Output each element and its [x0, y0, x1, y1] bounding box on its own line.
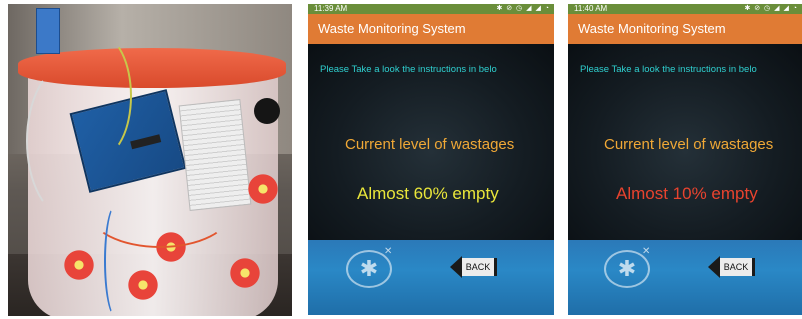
wire: [68, 34, 132, 158]
level-label: Current level of wastages: [604, 136, 774, 153]
bluetooth-module: [36, 8, 60, 54]
level-value: Almost 60% empty: [357, 184, 499, 203]
back-button[interactable]: BACK: [450, 256, 498, 278]
status-icons: ✱ ⊘ ◷ ◢ ◢ ◔: [744, 5, 798, 12]
level-panel: Please Take a look the instructions in b…: [308, 44, 554, 240]
level-value: Almost 10% empty: [616, 184, 758, 203]
prototype-photo: [8, 4, 292, 316]
back-arrow-icon: [708, 256, 720, 278]
back-button[interactable]: BACK: [708, 256, 756, 278]
flower-decoration: [126, 268, 160, 302]
status-time: 11:40 AM: [574, 4, 608, 13]
app-title: Waste Monitoring System: [568, 14, 802, 44]
back-button-label: BACK: [462, 258, 497, 276]
status-time: 11:39 AM: [314, 4, 348, 13]
instructions-text: Please Take a look the instructions in b…: [580, 64, 757, 75]
back-arrow-icon: [450, 256, 462, 278]
flower-decoration: [228, 256, 262, 290]
phone-screen-1: 11:39 AM ✱ ⊘ ◷ ◢ ◢ ◔ Waste Monitoring Sy…: [308, 4, 554, 315]
disconnected-x-icon: ✕: [384, 246, 393, 257]
buzzer: [254, 98, 280, 124]
flower-decoration: [246, 172, 280, 206]
bottom-bar: ✱ ✕ BACK: [308, 240, 554, 315]
status-bar: 11:39 AM ✱ ⊘ ◷ ◢ ◢ ◔: [308, 4, 554, 14]
app-title: Waste Monitoring System: [308, 14, 554, 44]
status-icons: ✱ ⊘ ◷ ◢ ◢ ◔: [496, 5, 550, 12]
instructions-text: Please Take a look the instructions in b…: [320, 64, 497, 75]
disconnected-x-icon: ✕: [642, 246, 651, 257]
status-bar: 11:40 AM ✱ ⊘ ◷ ◢ ◢ ◔: [568, 4, 802, 14]
bluetooth-icon: ✱: [617, 256, 637, 281]
bluetooth-icon: ✱: [359, 256, 379, 281]
level-panel: Please Take a look the instructions in b…: [568, 44, 802, 240]
phone-screen-2: 11:40 AM ✱ ⊘ ◷ ◢ ◢ ◔ Waste Monitoring Sy…: [568, 4, 802, 315]
flower-decoration: [62, 248, 96, 282]
level-label: Current level of wastages: [345, 136, 515, 153]
bottom-bar: ✱ ✕ BACK: [568, 240, 802, 315]
back-button-label: BACK: [720, 258, 755, 276]
usb-cable: [104, 204, 128, 316]
